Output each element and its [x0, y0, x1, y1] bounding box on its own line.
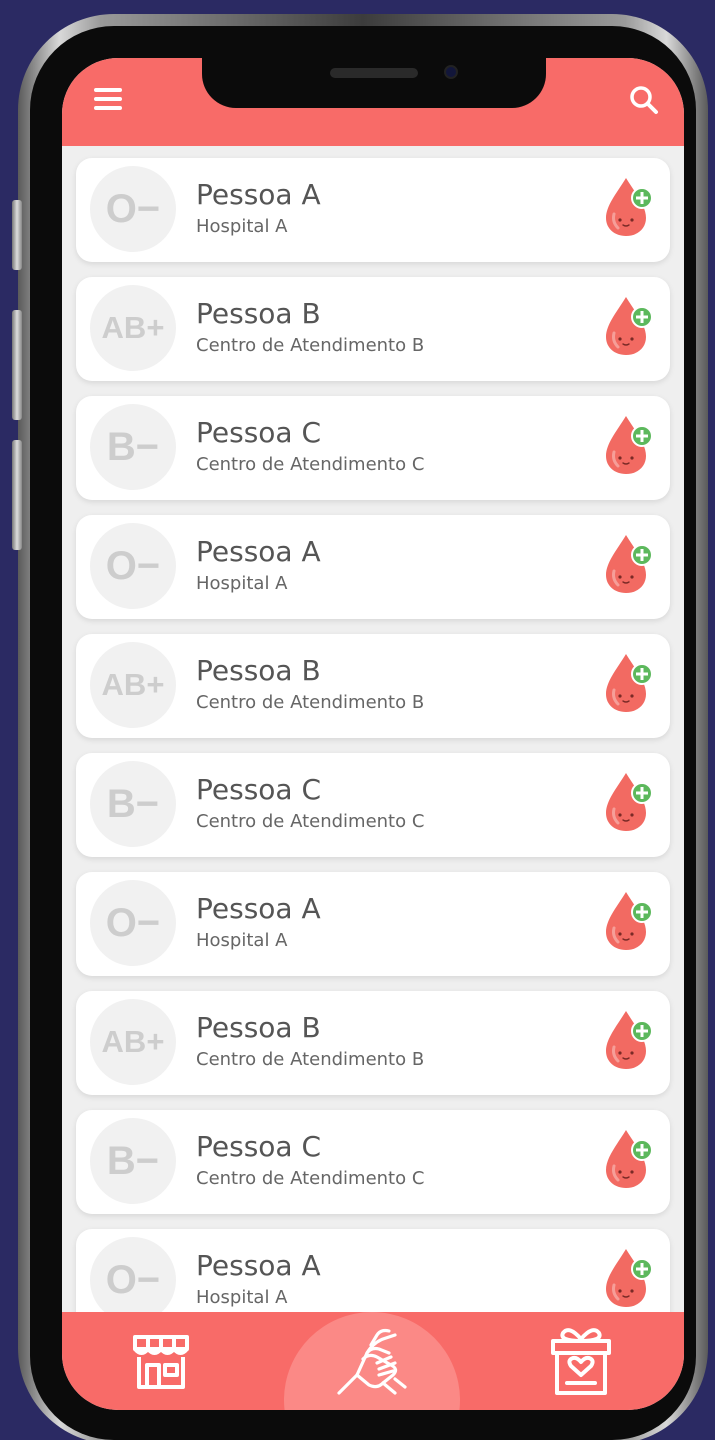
donate-button[interactable]	[600, 1007, 656, 1071]
person-name: Pessoa A	[196, 178, 321, 211]
place-name: Centro de Atendimento B	[196, 1049, 425, 1070]
blood-drop-plus-icon	[606, 1011, 653, 1069]
hamburger-menu-button[interactable]	[92, 86, 126, 114]
blood-drop-plus-icon	[606, 416, 653, 474]
place-name: Hospital A	[196, 216, 288, 237]
place-name: Centro de Atendimento B	[196, 692, 425, 713]
place-name: Centro de Atendimento C	[196, 454, 425, 475]
speaker-grille	[330, 68, 418, 78]
person-name: Pessoa C	[196, 1130, 322, 1163]
donate-button[interactable]	[600, 1245, 656, 1309]
tab-donations[interactable]	[308, 1312, 438, 1410]
handshake-icon	[337, 1328, 407, 1395]
app-screen: O− Pessoa A Hospital A AB+ Pessoa B Cent…	[62, 58, 684, 1410]
phone-side-button	[12, 440, 22, 550]
bottom-tab-bar	[62, 1312, 684, 1410]
list-item[interactable]: O− Pessoa A Hospital A	[76, 1229, 670, 1312]
blood-drop-plus-icon	[606, 773, 653, 831]
tab-store[interactable]	[96, 1312, 226, 1410]
place-name: Hospital A	[196, 573, 288, 594]
blood-drop-plus-icon	[606, 1130, 653, 1188]
phone-side-button	[12, 310, 22, 420]
blood-type-badge: B−	[90, 1118, 176, 1204]
list-item[interactable]: O− Pessoa A Hospital A	[76, 872, 670, 976]
blood-drop-plus-icon	[606, 178, 653, 236]
list-item[interactable]: AB+ Pessoa B Centro de Atendimento B	[76, 991, 670, 1095]
phone-side-button	[12, 200, 22, 270]
person-name: Pessoa B	[196, 654, 321, 687]
list-item[interactable]: AB+ Pessoa B Centro de Atendimento B	[76, 634, 670, 738]
place-name: Centro de Atendimento C	[196, 1168, 425, 1189]
person-name: Pessoa A	[196, 892, 321, 925]
blood-drop-plus-icon	[606, 297, 653, 355]
store-icon	[133, 1335, 189, 1389]
place-name: Hospital A	[196, 930, 288, 951]
blood-type-badge: B−	[90, 761, 176, 847]
blood-type-badge: AB+	[90, 642, 176, 728]
phone-notch	[202, 58, 546, 108]
list-item[interactable]: AB+ Pessoa B Centro de Atendimento B	[76, 277, 670, 381]
blood-type-badge: AB+	[90, 285, 176, 371]
donate-button[interactable]	[600, 888, 656, 952]
blood-drop-plus-icon	[606, 1249, 653, 1307]
front-camera	[444, 65, 458, 79]
list-item[interactable]: O− Pessoa A Hospital A	[76, 515, 670, 619]
donate-button[interactable]	[600, 531, 656, 595]
search-button[interactable]	[628, 84, 660, 116]
blood-type-badge: AB+	[90, 999, 176, 1085]
person-name: Pessoa A	[196, 535, 321, 568]
place-name: Hospital A	[196, 1287, 288, 1308]
blood-drop-plus-icon	[606, 535, 653, 593]
person-name: Pessoa C	[196, 773, 322, 806]
donate-button[interactable]	[600, 174, 656, 238]
blood-type-badge: O−	[90, 523, 176, 609]
donate-button[interactable]	[600, 769, 656, 833]
person-name: Pessoa B	[196, 1011, 321, 1044]
list-item[interactable]: B− Pessoa C Centro de Atendimento C	[76, 1110, 670, 1214]
person-name: Pessoa A	[196, 1249, 321, 1282]
donate-button[interactable]	[600, 412, 656, 476]
place-name: Centro de Atendimento C	[196, 811, 425, 832]
blood-drop-plus-icon	[606, 892, 653, 950]
list-item[interactable]: B− Pessoa C Centro de Atendimento C	[76, 396, 670, 500]
donor-list[interactable]: O− Pessoa A Hospital A AB+ Pessoa B Cent…	[62, 146, 684, 1312]
person-name: Pessoa C	[196, 416, 322, 449]
list-item[interactable]: O− Pessoa A Hospital A	[76, 158, 670, 262]
donate-button[interactable]	[600, 1126, 656, 1190]
list-item[interactable]: B− Pessoa C Centro de Atendimento C	[76, 753, 670, 857]
gift-icon	[551, 1328, 611, 1395]
blood-drop-plus-icon	[606, 654, 653, 712]
blood-type-badge: O−	[90, 1237, 176, 1312]
place-name: Centro de Atendimento B	[196, 335, 425, 356]
donate-button[interactable]	[600, 293, 656, 357]
search-icon	[630, 86, 658, 114]
donate-button[interactable]	[600, 650, 656, 714]
blood-type-badge: O−	[90, 166, 176, 252]
blood-type-badge: O−	[90, 880, 176, 966]
person-name: Pessoa B	[196, 297, 321, 330]
blood-type-badge: B−	[90, 404, 176, 490]
tab-gifts[interactable]	[516, 1312, 646, 1410]
